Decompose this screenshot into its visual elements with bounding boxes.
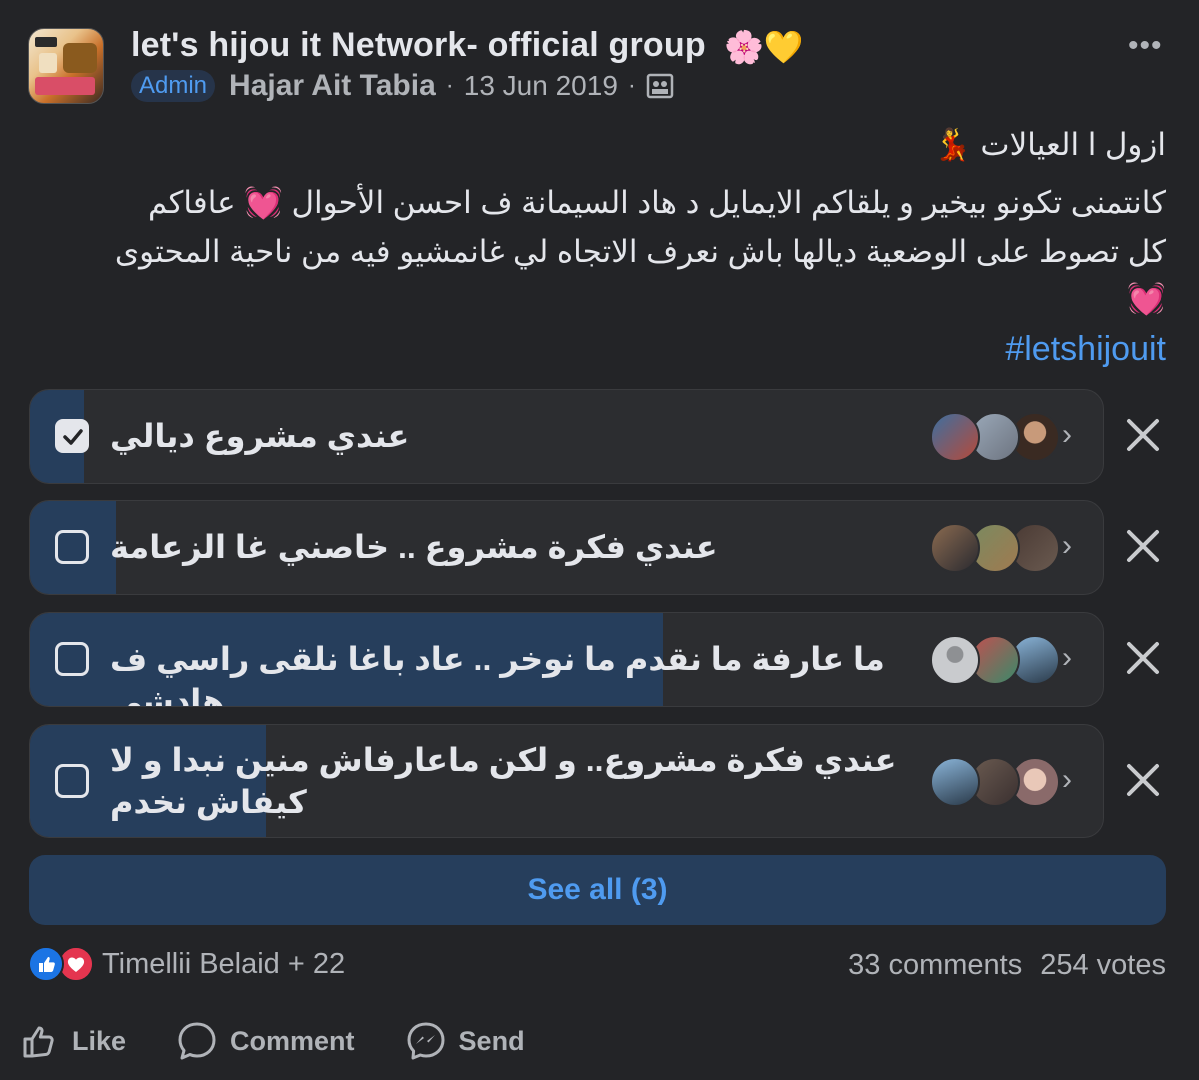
see-all-button[interactable]: See all (3)	[29, 855, 1166, 925]
post-stats: 33 comments 254 votes	[848, 949, 1166, 982]
poll-option-label: ما عارفة ما نقدم ما نوخر .. عاد باغا نلق…	[110, 641, 885, 707]
comments-count[interactable]: 33 comments	[848, 949, 1022, 981]
poll-checkbox[interactable]	[55, 642, 89, 676]
author-name[interactable]: Hajar Ait Tabia	[229, 69, 436, 103]
meta-separator: ·	[627, 72, 636, 99]
close-icon[interactable]	[1123, 415, 1163, 455]
poll-checkbox[interactable]	[55, 764, 89, 798]
post-text-line: 💓	[1127, 281, 1166, 316]
poll-option-label: عندي فكرة مشروع .. خاصني غا الزعامة	[110, 529, 718, 565]
like-label: Like	[72, 1025, 127, 1056]
voter-avatar	[930, 757, 980, 807]
poll-checkbox[interactable]	[55, 530, 89, 564]
post-date[interactable]: 13 Jun 2019	[464, 70, 618, 102]
group-privacy-icon	[646, 73, 674, 99]
poll-option[interactable]: عندي فكرة مشروع.. و لكن ماعارفاش منين نب…	[29, 724, 1104, 838]
comment-button[interactable]: Comment	[176, 1020, 355, 1062]
chevron-right-icon[interactable]: ›	[1062, 529, 1072, 563]
poll-option-label: عندي مشروع ديالي	[110, 418, 410, 454]
chevron-right-icon[interactable]: ›	[1062, 641, 1072, 675]
post-text-line: ازول ا العيالات 💃	[933, 127, 1166, 162]
poll-checkbox[interactable]	[55, 419, 89, 453]
messenger-icon	[407, 1022, 445, 1060]
admin-badge: Admin	[131, 70, 216, 102]
poll-option[interactable]: عندي مشروع ديالي ›	[29, 389, 1104, 484]
checkmark-icon	[63, 429, 83, 445]
post-text-line: كل تصوط على الوضعية ديالها باش نعرف الات…	[114, 234, 1166, 269]
send-label: Send	[458, 1025, 525, 1056]
chevron-right-icon[interactable]: ›	[1062, 418, 1072, 452]
chevron-right-icon[interactable]: ›	[1062, 763, 1072, 797]
group-name[interactable]: let's hijou it Network- official group	[131, 26, 706, 65]
votes-count[interactable]: 254 votes	[1040, 949, 1166, 981]
title-emoji: 🌸💛	[724, 29, 804, 65]
action-bar: Like Comment Send	[20, 1020, 575, 1062]
close-icon[interactable]	[1123, 638, 1163, 678]
comment-bubble-icon	[178, 1022, 216, 1060]
poll-option-label: عندي فكرة مشروع.. و لكن ماعارفاش منين نب…	[110, 742, 897, 820]
more-options-icon[interactable]: •••	[1128, 31, 1163, 61]
hashtag-link[interactable]: #letshijouit	[1005, 330, 1166, 369]
voter-avatar	[930, 635, 980, 685]
like-button[interactable]: Like	[20, 1021, 126, 1061]
voter-avatar	[930, 523, 980, 573]
poll-option[interactable]: عندي فكرة مشروع .. خاصني غا الزعامة ›	[29, 500, 1104, 595]
poll-option[interactable]: ما عارفة ما نقدم ما نوخر .. عاد باغا نلق…	[29, 612, 1104, 707]
voter-avatar	[930, 412, 980, 462]
like-reaction-icon	[28, 946, 64, 982]
thumbs-up-icon	[23, 1026, 54, 1058]
group-avatar[interactable]	[28, 28, 104, 104]
send-button[interactable]: Send	[405, 1020, 525, 1062]
comment-label: Comment	[230, 1025, 355, 1056]
reactions-summary[interactable]: Timellii Belaid + 22	[28, 946, 345, 982]
post-text-line: كانتمنى تكونو بيخير و يلقاكم الايمايل د …	[148, 185, 1166, 220]
reactors-text: Timellii Belaid + 22	[102, 947, 346, 980]
meta-separator: ·	[445, 72, 454, 99]
post-meta: Admin Hajar Ait Tabia · 13 Jun 2019 ·	[131, 68, 674, 104]
close-icon[interactable]	[1123, 526, 1163, 566]
close-icon[interactable]	[1123, 760, 1163, 800]
